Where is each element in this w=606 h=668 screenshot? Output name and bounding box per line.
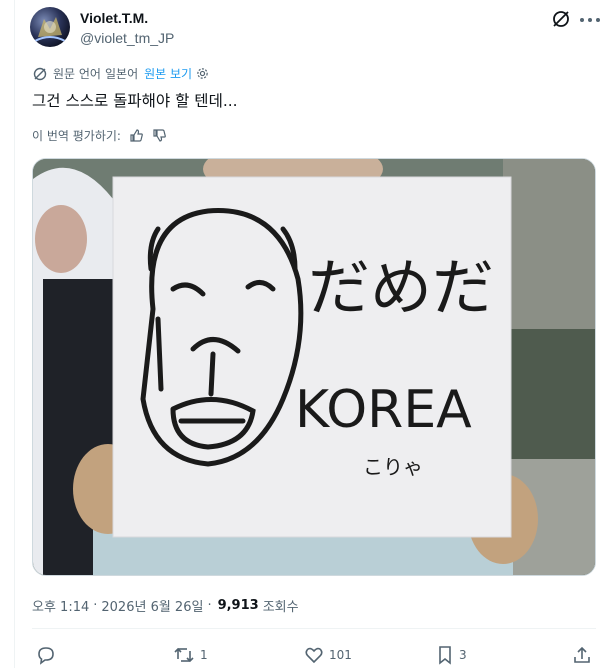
reply-button[interactable]	[36, 645, 61, 665]
action-bar: 1 101 3	[36, 645, 596, 667]
share-button[interactable]	[572, 645, 592, 665]
tweet-meta: 오후 1:14 · 2026년 6월 26일 · 9,913 조회수	[32, 596, 299, 615]
retweet-count: 1	[200, 648, 208, 662]
tweet-photo[interactable]: だめだ KOREA こりゃ	[32, 158, 596, 576]
like-count: 101	[329, 648, 352, 662]
like-button[interactable]: 101	[304, 645, 352, 665]
handle[interactable]: @violet_tm_JP	[80, 30, 174, 46]
bookmark-count: 3	[459, 648, 467, 662]
reply-icon	[38, 647, 54, 665]
tweet-date[interactable]: 2026년 6월 26일	[101, 596, 203, 615]
thumbs-up-icon[interactable]	[129, 128, 144, 143]
more-icon[interactable]	[580, 18, 600, 22]
bookmark-icon	[439, 646, 451, 665]
sign-text-kana: こりゃ	[363, 455, 423, 479]
tweet-time[interactable]: 오후 1:14	[32, 596, 89, 615]
translation-rating: 이 번역 평가하기:	[32, 127, 167, 144]
grok-icon[interactable]	[551, 9, 571, 29]
retweet-icon	[174, 647, 194, 663]
bookmark-button[interactable]: 3	[436, 645, 467, 665]
translation-notice: 원문 언어 일본어 원본 보기	[33, 65, 209, 82]
avatar[interactable]	[30, 7, 70, 47]
sign-text-en: KOREA	[295, 380, 472, 440]
thumbs-down-icon[interactable]	[152, 128, 167, 143]
original-language: 일본어	[104, 67, 139, 81]
sign-text-jp: だめだ	[308, 251, 494, 324]
original-language-label: 원문 언어	[53, 67, 101, 81]
display-name[interactable]: Violet.T.M.	[80, 10, 148, 26]
meta-separator: ·	[93, 598, 98, 613]
retweet-button[interactable]: 1	[173, 645, 208, 665]
meta-separator-2: ·	[207, 598, 212, 613]
rating-prompt: 이 번역 평가하기:	[32, 129, 121, 143]
heart-icon	[305, 647, 323, 664]
views-count: 9,913	[217, 598, 259, 613]
tweet-text: 그건 스스로 돌파해야 할 텐데...	[32, 92, 238, 110]
share-icon	[574, 646, 590, 663]
views-label: 조회수	[262, 600, 299, 615]
divider	[32, 628, 596, 629]
view-original-link[interactable]: 원본 보기	[144, 65, 192, 82]
gear-icon[interactable]	[196, 67, 209, 80]
translate-icon	[33, 67, 47, 80]
